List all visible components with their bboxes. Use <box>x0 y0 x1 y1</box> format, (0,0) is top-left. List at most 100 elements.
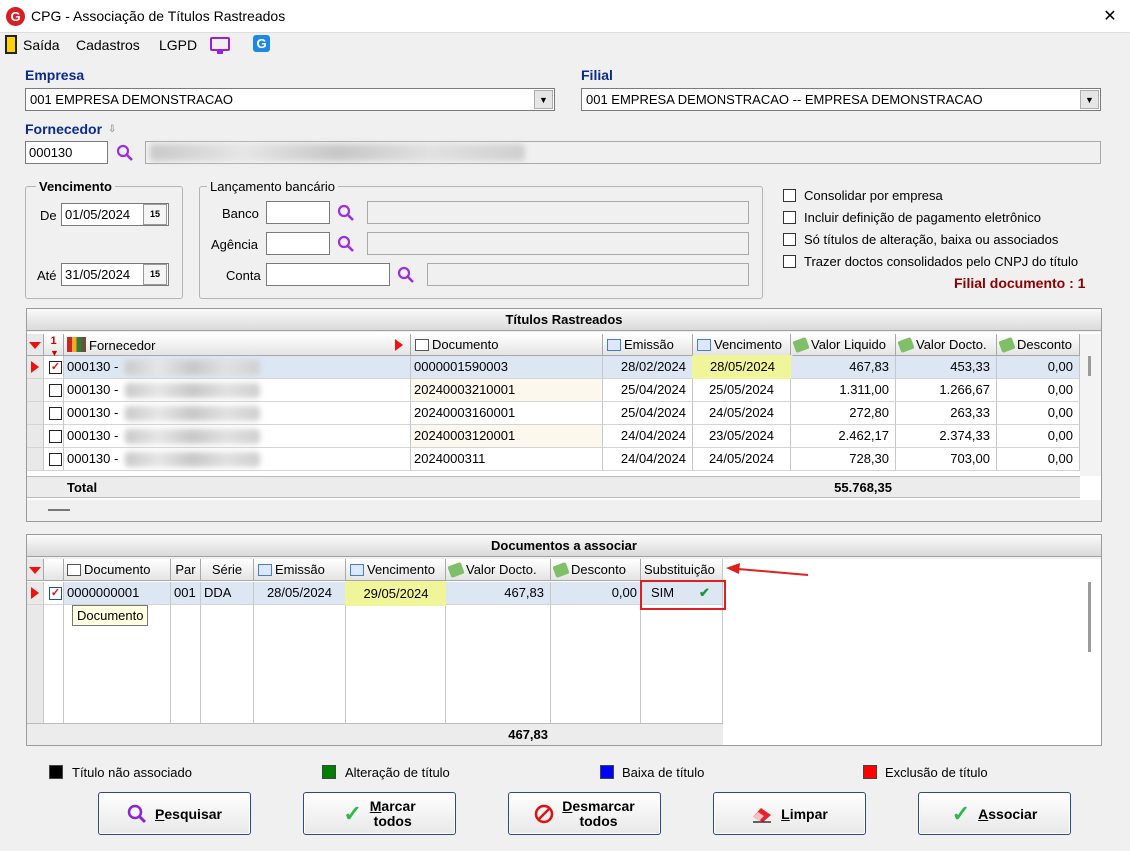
menu-saida[interactable]: Saída <box>23 37 60 53</box>
documentos-cell-emissao[interactable]: 28/05/2024 <box>254 582 346 605</box>
empresa-dropdown-icon[interactable]: ▼ <box>534 90 553 109</box>
pesquisar-button[interactable]: Pesquisar <box>98 792 251 835</box>
banco-search-icon[interactable] <box>337 204 354 221</box>
menu-lgpd[interactable]: LGPD <box>159 37 197 53</box>
table-row-checkbox[interactable] <box>44 379 64 402</box>
titulos-cell-emissao[interactable]: 24/04/2024 <box>603 425 693 448</box>
titulos-cell-valor-liquido[interactable]: 2.462,17 <box>791 425 896 448</box>
titulos-cell-emissao[interactable]: 25/04/2024 <box>603 379 693 402</box>
titulos-header-desconto-label: Desconto <box>1017 337 1072 352</box>
titulos-cell-desconto[interactable]: 0,00 <box>997 356 1080 379</box>
calendar-icon <box>697 339 711 351</box>
titulos-cell-desconto[interactable]: 0,00 <box>997 379 1080 402</box>
menu-cadastros[interactable]: Cadastros <box>76 37 140 53</box>
table-row-checkbox[interactable] <box>44 402 64 425</box>
associar-button[interactable]: ✓ Associar <box>918 792 1071 835</box>
titulos-header-documento[interactable]: Documento <box>411 334 603 356</box>
titulos-cell-valor-liquido[interactable]: 728,30 <box>791 448 896 471</box>
vencimento-de-label: De <box>40 208 57 223</box>
fornecedor-search-icon[interactable] <box>116 144 133 161</box>
titulos-cell-vencimento[interactable]: 23/05/2024 <box>693 425 791 448</box>
titulos-cell-valor-docto[interactable]: 2.374,33 <box>896 425 997 448</box>
titulos-cell-valor-docto[interactable]: 263,33 <box>896 402 997 425</box>
marcar-todos-button[interactable]: ✓ Marcar todos <box>303 792 456 835</box>
table-row-checkbox[interactable]: ✓ <box>44 356 64 379</box>
titulos-cell-documento[interactable]: 2024000311 <box>411 448 603 471</box>
documentos-header-serie[interactable]: Série <box>201 559 254 581</box>
so-titulos-checkbox[interactable] <box>783 233 796 246</box>
titulos-cell-desconto[interactable]: 0,00 <box>997 402 1080 425</box>
associar-hotkey: A <box>978 805 989 822</box>
documentos-cell-documento[interactable]: 0000000001 <box>64 582 171 605</box>
documentos-header-documento[interactable]: Documento <box>64 559 171 581</box>
titulos-cell-documento[interactable]: 20240003160001 <box>411 402 603 425</box>
calendar-de-icon[interactable]: 15 <box>143 204 167 225</box>
documentos-header-substituicao[interactable]: Substituição <box>641 559 723 581</box>
fornecedor-code-input[interactable]: 000130 <box>25 141 108 164</box>
monitor-icon[interactable] <box>210 37 230 51</box>
titulos-cell-valor-docto[interactable]: 703,00 <box>896 448 997 471</box>
titulos-scroll-thumb[interactable] <box>1088 356 1091 376</box>
conta-search-icon[interactable] <box>397 266 414 283</box>
h-scroll-thumb[interactable] <box>48 509 70 511</box>
filial-dropdown-icon[interactable]: ▼ <box>1080 90 1099 109</box>
documentos-cell-desconto[interactable]: 0,00 <box>551 582 641 605</box>
titulos-header-valor-docto[interactable]: Valor Docto. <box>896 334 997 356</box>
consolidar-checkbox[interactable] <box>783 189 796 202</box>
documentos-cell-serie[interactable]: DDA <box>201 582 254 605</box>
titulos-cell-desconto[interactable]: 0,00 <box>997 448 1080 471</box>
titulos-cell-emissao[interactable]: 28/02/2024 <box>603 356 693 379</box>
monitor-stand <box>217 51 223 54</box>
table-row-checkbox[interactable] <box>44 425 64 448</box>
documentos-cell-valor-docto[interactable]: 467,83 <box>446 582 551 605</box>
titulos-cell-documento[interactable]: 20240003210001 <box>411 379 603 402</box>
titulos-cell-valor-liquido[interactable]: 1.311,00 <box>791 379 896 402</box>
money-icon <box>552 561 570 579</box>
banco-input[interactable] <box>266 201 330 224</box>
desmarcar-label-rest: esmarcar <box>572 797 635 814</box>
documentos-header-emissao[interactable]: Emissão <box>254 559 346 581</box>
titulos-cell-valor-liquido[interactable]: 272,80 <box>791 402 896 425</box>
money-icon <box>792 336 810 354</box>
trazer-doctos-checkbox[interactable] <box>783 255 796 268</box>
documentos-header-desconto[interactable]: Desconto <box>551 559 641 581</box>
table-row-checkbox[interactable]: ✓ <box>44 582 64 605</box>
documentos-header-valor-docto[interactable]: Valor Docto. <box>446 559 551 581</box>
titulos-header-vencimento[interactable]: Vencimento <box>693 334 791 356</box>
titulos-header-valor-liquido[interactable]: Valor Liquido <box>791 334 896 356</box>
fornecedor-redacted <box>125 406 260 421</box>
g-app-icon[interactable]: G <box>253 35 270 52</box>
exit-door-icon[interactable] <box>5 35 17 54</box>
titulos-header-desconto[interactable]: Desconto <box>997 334 1080 356</box>
filial-select[interactable]: 001 EMPRESA DEMONSTRACAO -- EMPRESA DEMO… <box>581 88 1101 111</box>
documentos-header-par[interactable]: Par <box>171 559 201 581</box>
calendar-ate-icon[interactable]: 15 <box>143 264 167 285</box>
conta-input[interactable] <box>266 263 390 286</box>
filial-label: Filial <box>581 67 613 83</box>
documentos-header-vencimento[interactable]: Vencimento <box>346 559 446 581</box>
app-logo-icon: G <box>6 7 25 26</box>
titulos-cell-vencimento[interactable]: 24/05/2024 <box>693 402 791 425</box>
titulos-cell-valor-docto[interactable]: 453,33 <box>896 356 997 379</box>
titulos-cell-vencimento[interactable]: 24/05/2024 <box>693 448 791 471</box>
documentos-cell-par[interactable]: 001 <box>171 582 201 605</box>
titulos-cell-documento[interactable]: 0000001590003 <box>411 356 603 379</box>
titulos-cell-documento[interactable]: 20240003120001 <box>411 425 603 448</box>
incluir-pagamento-checkbox[interactable] <box>783 211 796 224</box>
empresa-select[interactable]: 001 EMPRESA DEMONSTRACAO <box>25 88 555 111</box>
desmarcar-todos-button[interactable]: Desmarcar todos <box>508 792 661 835</box>
titulos-cell-valor-docto[interactable]: 1.266,67 <box>896 379 997 402</box>
titulos-cell-emissao[interactable]: 24/04/2024 <box>603 448 693 471</box>
titulos-cell-vencimento[interactable]: 25/05/2024 <box>693 379 791 402</box>
titulos-cell-desconto[interactable]: 0,00 <box>997 425 1080 448</box>
limpar-button[interactable]: Limpar <box>713 792 866 835</box>
table-row-checkbox[interactable] <box>44 448 64 471</box>
titulos-cell-valor-liquido[interactable]: 467,83 <box>791 356 896 379</box>
documentos-check-header[interactable] <box>44 559 64 581</box>
titulos-header-emissao[interactable]: Emissão <box>603 334 693 356</box>
titulos-cell-emissao[interactable]: 25/04/2024 <box>603 402 693 425</box>
agencia-search-icon[interactable] <box>337 235 354 252</box>
close-icon[interactable]: ✕ <box>1100 6 1120 26</box>
agencia-input[interactable] <box>266 232 330 255</box>
documentos-scroll-thumb[interactable] <box>1088 582 1091 652</box>
